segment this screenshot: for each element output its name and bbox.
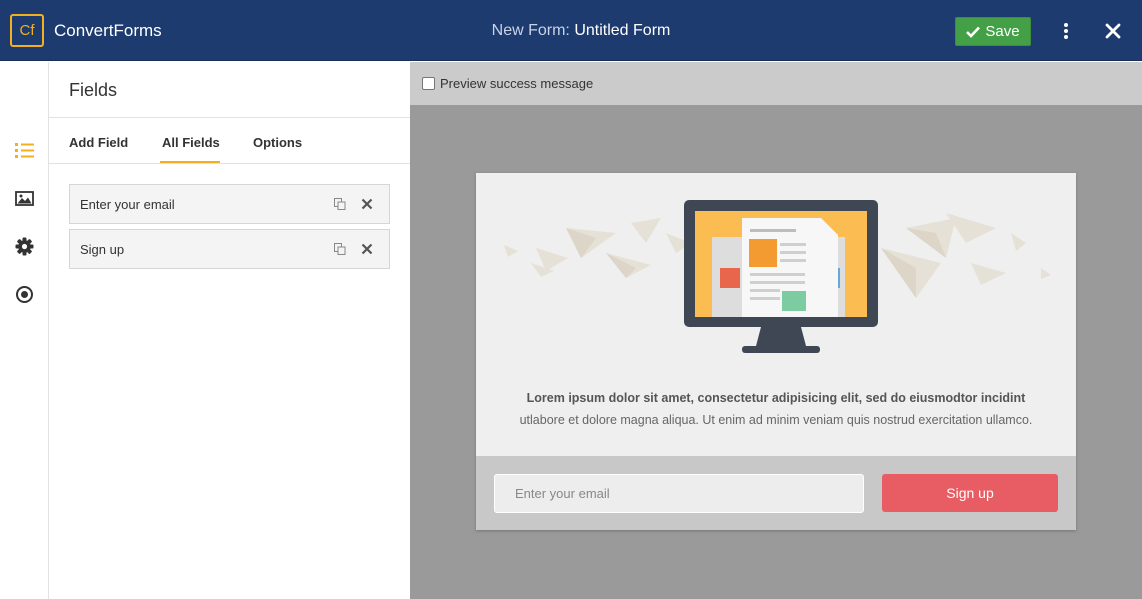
duplicate-icon[interactable] bbox=[333, 197, 347, 211]
save-button[interactable]: Save bbox=[955, 17, 1031, 46]
delete-icon[interactable] bbox=[360, 242, 374, 256]
check-icon bbox=[966, 26, 981, 38]
sign-up-button[interactable]: Sign up bbox=[882, 474, 1058, 512]
tab-all-fields[interactable]: All Fields bbox=[162, 135, 220, 150]
newsletter-illustration bbox=[504, 200, 1051, 353]
tab-options[interactable]: Options bbox=[253, 135, 302, 150]
preview-success-checkbox[interactable] bbox=[422, 77, 435, 90]
form-description-text: utlabore et dolore magna aliqua. Ut enim… bbox=[519, 413, 1033, 427]
email-input[interactable] bbox=[494, 474, 864, 513]
form-title-prefix: New Form: bbox=[491, 22, 570, 39]
form-title-name[interactable]: Untitled Form bbox=[574, 22, 670, 39]
fields-panel: Fields Add Field All Fields Options Ente… bbox=[49, 62, 410, 599]
field-item-label: Sign up bbox=[80, 242, 125, 257]
field-item-signup[interactable]: Sign up bbox=[69, 229, 390, 269]
tabs-divider bbox=[49, 163, 410, 164]
panel-divider bbox=[49, 117, 410, 118]
preview-success-label[interactable]: Preview success message bbox=[440, 76, 593, 91]
duplicate-icon[interactable] bbox=[333, 242, 347, 256]
form-description: Lorem ipsum dolor sit amet, consectetur … bbox=[496, 387, 1056, 431]
more-options-icon[interactable] bbox=[1059, 20, 1073, 42]
top-bar: Cf ConvertForms New Form: Untitled Form … bbox=[0, 0, 1142, 61]
close-icon[interactable] bbox=[1102, 20, 1124, 42]
delete-icon[interactable] bbox=[360, 197, 374, 211]
gear-icon[interactable] bbox=[14, 236, 35, 257]
field-item-label: Enter your email bbox=[80, 197, 175, 212]
save-button-label: Save bbox=[985, 23, 1020, 40]
icon-rail bbox=[0, 62, 49, 599]
form-footer: Sign up bbox=[476, 456, 1076, 530]
image-icon[interactable] bbox=[14, 188, 35, 209]
target-icon[interactable] bbox=[14, 284, 35, 305]
tab-add-field[interactable]: Add Field bbox=[69, 135, 128, 150]
form-description-bold: Lorem ipsum dolor sit amet, consectetur … bbox=[526, 391, 1026, 405]
form-preview-card: Lorem ipsum dolor sit amet, consectetur … bbox=[476, 173, 1076, 530]
panel-title: Fields bbox=[69, 80, 118, 100]
preview-toolbar: Preview success message bbox=[410, 62, 1142, 105]
list-icon[interactable] bbox=[14, 140, 35, 161]
field-item-email[interactable]: Enter your email bbox=[69, 184, 390, 224]
